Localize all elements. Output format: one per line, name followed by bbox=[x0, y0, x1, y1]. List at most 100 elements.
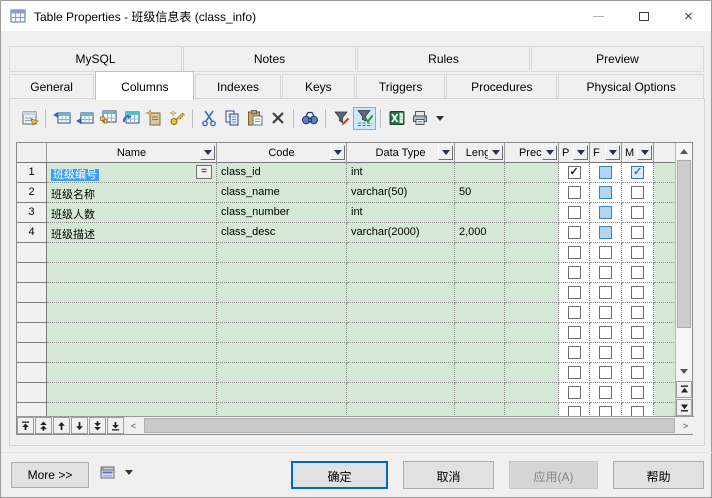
mandatory-checkbox[interactable] bbox=[631, 206, 644, 219]
cell-name[interactable]: 班级人数 bbox=[47, 203, 217, 223]
paste-icon[interactable] bbox=[243, 107, 266, 130]
row-number[interactable] bbox=[17, 363, 47, 383]
header-code-dropdown[interactable] bbox=[330, 145, 345, 160]
cell-name[interactable] bbox=[47, 303, 217, 323]
mandatory-checkbox[interactable] bbox=[631, 286, 644, 299]
move-row-down-multi-button[interactable] bbox=[89, 417, 106, 434]
properties-icon[interactable] bbox=[18, 107, 41, 130]
cell-data-type[interactable]: int bbox=[347, 203, 455, 223]
cell-precision[interactable] bbox=[505, 183, 559, 203]
cell-length[interactable]: 50 bbox=[455, 183, 505, 203]
cell-precision[interactable] bbox=[505, 203, 559, 223]
cell-name[interactable] bbox=[47, 283, 217, 303]
cell-length[interactable] bbox=[455, 323, 505, 343]
cell-code[interactable] bbox=[217, 403, 347, 417]
ok-button[interactable]: 确定 bbox=[291, 461, 388, 489]
mandatory-checkbox[interactable] bbox=[631, 326, 644, 339]
cell-code[interactable] bbox=[217, 263, 347, 283]
cell-data-type[interactable]: int bbox=[347, 163, 455, 183]
primary-checkbox[interactable] bbox=[568, 166, 581, 179]
cell-name[interactable]: 班级描述 bbox=[47, 223, 217, 243]
mandatory-checkbox[interactable] bbox=[631, 266, 644, 279]
cell-name[interactable] bbox=[47, 243, 217, 263]
scroll-left-button[interactable]: < bbox=[125, 417, 142, 434]
close-button[interactable]: × bbox=[666, 1, 711, 31]
cell-precision[interactable] bbox=[505, 383, 559, 403]
row-number[interactable] bbox=[17, 303, 47, 323]
cell-name[interactable] bbox=[47, 263, 217, 283]
foreign-checkbox[interactable] bbox=[599, 366, 612, 379]
cell-data-type[interactable] bbox=[347, 283, 455, 303]
cell-data-type[interactable] bbox=[347, 363, 455, 383]
foreign-checkbox[interactable] bbox=[599, 386, 612, 399]
cell-precision[interactable] bbox=[505, 323, 559, 343]
primary-checkbox[interactable] bbox=[568, 306, 581, 319]
row-number[interactable] bbox=[17, 243, 47, 263]
header-data-type-dropdown[interactable] bbox=[438, 145, 453, 160]
vertical-scroll-track[interactable] bbox=[676, 159, 692, 364]
mandatory-checkbox[interactable] bbox=[631, 226, 644, 239]
print-dropdown[interactable] bbox=[431, 107, 445, 130]
inherit-document-icon[interactable] bbox=[142, 107, 165, 130]
mandatory-checkbox[interactable] bbox=[631, 346, 644, 359]
row-number[interactable]: 3 bbox=[17, 203, 47, 223]
cell-data-type[interactable] bbox=[347, 323, 455, 343]
cell-length[interactable] bbox=[455, 343, 505, 363]
insert-row-icon[interactable] bbox=[50, 107, 73, 130]
row-number[interactable] bbox=[17, 383, 47, 403]
maximize-button[interactable] bbox=[621, 1, 666, 31]
tab-mysql[interactable]: MySQL bbox=[9, 46, 182, 72]
vertical-scroll-thumb[interactable] bbox=[677, 160, 691, 328]
cell-precision[interactable] bbox=[505, 363, 559, 383]
tab-triggers[interactable]: Triggers bbox=[356, 74, 445, 99]
foreign-checkbox[interactable] bbox=[599, 326, 612, 339]
cell-name[interactable] bbox=[47, 403, 217, 417]
row-number[interactable] bbox=[17, 283, 47, 303]
row-number[interactable]: 4 bbox=[17, 223, 47, 243]
cell-precision[interactable] bbox=[505, 343, 559, 363]
primary-checkbox[interactable] bbox=[568, 266, 581, 279]
tab-physical-options[interactable]: Physical Options bbox=[558, 74, 704, 99]
primary-checkbox[interactable] bbox=[568, 206, 581, 219]
row-number[interactable]: 2 bbox=[17, 183, 47, 203]
horizontal-scroll-track[interactable] bbox=[144, 418, 675, 433]
mandatory-checkbox[interactable] bbox=[631, 366, 644, 379]
cell-precision[interactable] bbox=[505, 263, 559, 283]
primary-checkbox[interactable] bbox=[568, 286, 581, 299]
cell-length[interactable] bbox=[455, 163, 505, 183]
cell-precision[interactable] bbox=[505, 243, 559, 263]
report-menu-button[interactable] bbox=[99, 464, 133, 482]
primary-checkbox[interactable] bbox=[568, 366, 581, 379]
tab-keys[interactable]: Keys bbox=[282, 74, 355, 99]
delete-icon[interactable] bbox=[266, 107, 289, 130]
primary-checkbox[interactable] bbox=[568, 246, 581, 259]
row-number[interactable] bbox=[17, 343, 47, 363]
print-icon[interactable] bbox=[408, 107, 431, 130]
foreign-checkbox[interactable] bbox=[599, 266, 612, 279]
cell-length[interactable] bbox=[455, 283, 505, 303]
move-row-up-multi-button[interactable] bbox=[35, 417, 52, 434]
primary-checkbox[interactable] bbox=[568, 326, 581, 339]
edit-cell-button[interactable]: = bbox=[196, 165, 212, 179]
tab-indexes[interactable]: Indexes bbox=[195, 74, 280, 99]
cell-code[interactable] bbox=[217, 343, 347, 363]
row-number[interactable] bbox=[17, 403, 47, 417]
cut-icon[interactable] bbox=[197, 107, 220, 130]
move-row-down-button[interactable] bbox=[71, 417, 88, 434]
header-precision-dropdown[interactable] bbox=[542, 145, 557, 160]
cell-code[interactable] bbox=[217, 323, 347, 343]
cell-length[interactable] bbox=[455, 243, 505, 263]
cell-name[interactable] bbox=[47, 323, 217, 343]
cell-length[interactable] bbox=[455, 403, 505, 417]
cell-name[interactable] bbox=[47, 363, 217, 383]
cell-precision[interactable] bbox=[505, 223, 559, 243]
cell-data-type[interactable]: varchar(2000) bbox=[347, 223, 455, 243]
mandatory-checkbox[interactable] bbox=[631, 306, 644, 319]
move-row-first-button[interactable] bbox=[17, 417, 34, 434]
primary-checkbox[interactable] bbox=[568, 226, 581, 239]
cell-code[interactable] bbox=[217, 383, 347, 403]
cell-code[interactable]: class_number bbox=[217, 203, 347, 223]
cell-precision[interactable] bbox=[505, 283, 559, 303]
primary-checkbox[interactable] bbox=[568, 346, 581, 359]
help-button[interactable]: 帮助 bbox=[613, 461, 704, 489]
